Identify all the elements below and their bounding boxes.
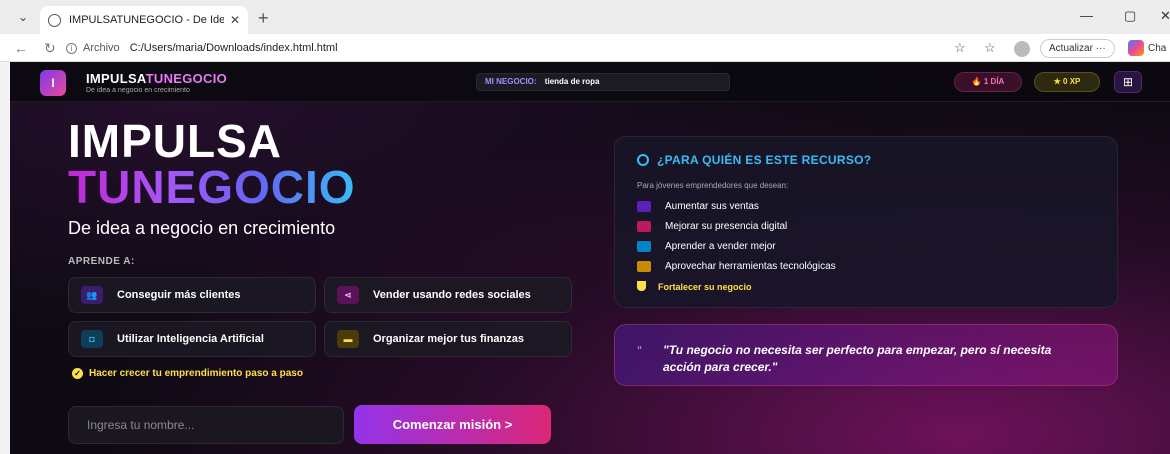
business-label: MI NEGOCIO: — [485, 77, 537, 86]
tab-title: IMPULSATUNEGOCIO - De Idea a | — [69, 14, 224, 26]
hashtag-icon — [637, 221, 651, 232]
audience-item-label: Aprender a vender mejor — [665, 241, 776, 252]
brand-name-part2: TUNEGOCIO — [145, 71, 228, 86]
xp-label: 0 XP — [1063, 77, 1081, 86]
target-icon — [637, 154, 649, 166]
favorite-star-icon[interactable]: ☆ — [954, 40, 966, 56]
xp-badge: ★ 0 XP — [1034, 72, 1100, 92]
address-bar[interactable]: i Archivo C:/Users/maria/Downloads/index… — [66, 39, 338, 57]
audience-item: Aprovechar herramientas tecnológicas — [637, 261, 836, 272]
name-input[interactable] — [68, 406, 344, 444]
business-field[interactable]: MI NEGOCIO: tienda de ropa — [476, 73, 730, 91]
hero-subtitle: De idea a negocio en crecimiento — [68, 218, 336, 238]
chat-icon — [637, 241, 651, 252]
brand-tagline: De idea a negocio en crecimiento — [86, 87, 190, 94]
learn-heading: APRENDE A: — [68, 256, 135, 267]
audience-intro: Para jóvenes emprendedores que desean: — [637, 181, 789, 190]
skill-card-label: Vender usando redes sociales — [373, 289, 531, 301]
refresh-icon[interactable]: ↻ — [44, 40, 56, 57]
page-content: I IMPULSATUNEGOCIO De idea a negocio en … — [10, 62, 1170, 454]
quote-card: “ "Tu negocio no necesita ser perfecto p… — [614, 324, 1118, 386]
app-header: I IMPULSATUNEGOCIO De idea a negocio en … — [10, 62, 1170, 102]
robot-icon: ◘ — [81, 330, 103, 348]
browser-tab[interactable]: IMPULSATUNEGOCIO - De Idea a | ✕ — [40, 6, 248, 34]
laptop-icon — [637, 261, 651, 272]
url-scheme-label: Archivo — [83, 42, 120, 54]
days-badge: 🔥 1 DÍA — [954, 72, 1022, 92]
address-bar-row: ← ↻ i Archivo C:/Users/maria/Downloads/i… — [0, 34, 1170, 62]
info-icon[interactable]: i — [66, 42, 77, 54]
brand-name: IMPULSATUNEGOCIO — [86, 71, 227, 86]
audience-item-label: Aprovechar herramientas tecnológicas — [665, 261, 836, 272]
update-button[interactable]: Actualizar ··· — [1040, 39, 1115, 58]
tab-close-icon[interactable]: ✕ — [230, 13, 240, 27]
skill-card-label: Organizar mejor tus finanzas — [373, 333, 524, 345]
share-icon: ⋖ — [337, 286, 359, 304]
audience-title: ¿PARA QUIÉN ES ESTE RECURSO? — [637, 153, 871, 167]
copilot-icon — [1128, 40, 1144, 56]
growth-note: ✓ Hacer crecer tu emprendimiento paso a p… — [72, 368, 303, 379]
audience-item: Mejorar su presencia digital — [637, 221, 787, 232]
new-tab-button[interactable]: + — [258, 8, 269, 29]
skill-card-label: Conseguir más clientes — [117, 289, 241, 301]
audience-item: Aprender a vender mejor — [637, 241, 776, 252]
fire-icon: 🔥 — [971, 77, 982, 86]
audience-item: Aumentar sus ventas — [637, 201, 759, 212]
business-value: tienda de ropa — [544, 77, 600, 86]
profile-avatar[interactable] — [1014, 41, 1030, 57]
wallet-icon: ▬ — [337, 330, 359, 348]
shield-icon — [637, 281, 646, 291]
skill-card-clients[interactable]: 👥 Conseguir más clientes — [68, 277, 316, 313]
chart-icon — [637, 201, 651, 212]
start-mission-button[interactable]: Comenzar misión > — [354, 405, 551, 444]
skill-card-ai[interactable]: ◘ Utilizar Inteligencia Artificial — [68, 321, 316, 357]
days-label: 1 DÍA — [983, 77, 1005, 86]
star-icon: ★ — [1053, 77, 1061, 86]
hero-title-line2: TUNEGOCIO — [68, 161, 356, 213]
favorites-list-icon[interactable]: ☆ — [984, 40, 996, 56]
growth-text: Hacer crecer tu emprendimiento paso a pa… — [89, 368, 303, 379]
audience-highlight: Fortalecer su negocio — [637, 281, 752, 292]
audience-item-label: Aumentar sus ventas — [665, 201, 759, 212]
globe-icon — [48, 13, 61, 27]
brand-name-part1: IMPULSA — [86, 71, 146, 86]
audience-card: ¿PARA QUIÉN ES ESTE RECURSO? Para jóvene… — [614, 136, 1118, 308]
tab-actions-icon[interactable]: ⌄ — [16, 10, 30, 24]
quote-icon: “ — [637, 345, 642, 356]
people-icon: 👥 — [81, 286, 103, 304]
audience-title-text: ¿PARA QUIÉN ES ESTE RECURSO? — [657, 153, 872, 167]
back-icon[interactable]: ← — [14, 40, 28, 56]
check-circle-icon: ✓ — [72, 368, 83, 379]
skill-card-label: Utilizar Inteligencia Artificial — [117, 333, 264, 345]
copilot-button[interactable]: Cha — [1128, 40, 1166, 56]
close-window-button[interactable]: ✕ — [1160, 8, 1170, 24]
grid-menu-icon[interactable]: ⊞ — [1114, 71, 1142, 93]
restore-button[interactable]: ▢ — [1124, 8, 1136, 24]
audience-item-label: Mejorar su presencia digital — [665, 221, 788, 232]
minimize-button[interactable]: — — [1080, 8, 1093, 23]
browser-tab-bar: ⌄ IMPULSATUNEGOCIO - De Idea a | ✕ + — ▢… — [0, 0, 1170, 34]
copilot-label: Cha — [1148, 42, 1167, 54]
audience-highlight-text: Fortalecer su negocio — [658, 282, 752, 292]
quote-text: "Tu negocio no necesita ser perfecto par… — [663, 343, 1052, 374]
skill-card-social[interactable]: ⋖ Vender usando redes sociales — [324, 277, 572, 313]
brand-logo[interactable]: I — [40, 70, 66, 96]
skill-card-finance[interactable]: ▬ Organizar mejor tus finanzas — [324, 321, 572, 357]
url-text: C:/Users/maria/Downloads/index.html.html — [129, 42, 338, 54]
